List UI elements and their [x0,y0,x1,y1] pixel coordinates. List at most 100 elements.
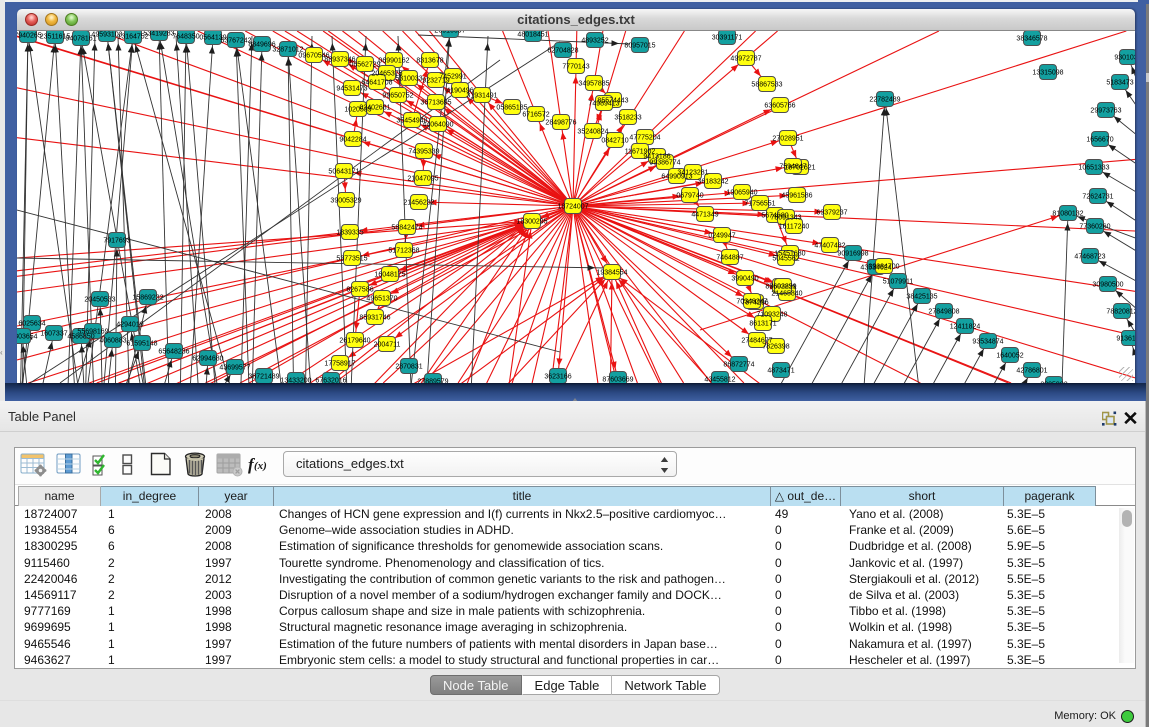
svg-text:8692221: 8692221 [769,284,796,291]
svg-text:(x): (x) [254,460,267,472]
svg-text:6025634: 6025634 [18,321,45,328]
svg-text:55698169: 55698169 [77,329,108,336]
svg-text:53419283: 53419283 [143,31,174,38]
svg-text:1839335: 1839335 [336,230,363,237]
svg-text:72624731: 72624731 [1082,194,1113,201]
svg-text:51712368: 51712368 [388,248,419,255]
svg-text:0842710: 0842710 [601,138,628,145]
svg-text:19065940: 19065940 [726,190,757,197]
svg-text:21456232: 21456232 [403,200,434,207]
svg-text:63605766: 63605766 [764,103,795,110]
svg-text:71093248: 71093248 [756,312,787,319]
svg-text:7464887: 7464887 [716,255,743,262]
svg-text:43699577: 43699577 [219,365,250,372]
svg-text:2805982: 2805982 [1040,382,1067,384]
svg-text:36713695: 36713695 [420,100,451,107]
svg-text:44064090: 44064090 [422,122,453,129]
svg-text:2004711: 2004711 [374,342,401,349]
svg-text:62994680: 62994680 [192,356,223,363]
svg-text:15869232: 15869232 [132,295,163,302]
svg-text:49651370: 49651370 [366,296,397,303]
svg-text:3623166: 3623166 [544,374,571,381]
svg-text:58867533: 58867533 [751,82,782,89]
svg-text:27028951: 27028951 [772,136,803,143]
svg-text:7770143: 7770143 [562,64,589,71]
svg-text:99386774: 99386774 [649,160,680,167]
svg-text:30980500: 30980500 [1092,282,1123,289]
svg-text:1656670: 1656670 [1086,137,1113,144]
svg-text:35240824: 35240824 [577,129,608,136]
svg-text:9301031: 9301031 [1114,55,1135,62]
svg-text:48018451: 48018451 [517,32,548,39]
svg-text:34123281: 34123281 [677,170,708,177]
svg-text:27849808: 27849808 [928,309,959,316]
svg-text:38721489: 38721489 [248,374,279,381]
svg-text:8267586: 8267586 [346,287,373,294]
svg-text:16048175: 16048175 [374,272,405,279]
svg-text:49972787: 49972787 [730,56,761,63]
svg-text:62704828: 62704828 [547,48,578,55]
svg-text:10651333: 10651333 [1078,165,1109,172]
svg-text:93534874: 93534874 [972,339,1003,346]
svg-text:8313678: 8313678 [416,58,443,65]
svg-text:7648350: 7648350 [172,34,199,41]
svg-text:67632016: 67632016 [315,378,346,384]
svg-text:3518233: 3518233 [614,115,641,122]
svg-text:58842474: 58842474 [391,225,422,232]
svg-text:65648236: 65648236 [158,349,189,356]
svg-text:1640052: 1640052 [996,353,1023,360]
svg-text:5310033: 5310033 [395,76,422,83]
svg-text:70348247: 70348247 [736,299,767,306]
svg-text:47407482: 47407482 [814,243,845,250]
svg-text:9136193: 9136193 [1116,336,1135,343]
svg-text:99650752: 99650752 [382,93,413,100]
svg-text:21047095: 21047095 [407,176,438,183]
svg-text:50643171: 50643171 [328,169,359,176]
svg-text:6716572: 6716572 [522,112,549,119]
svg-text:43303654: 43303654 [17,334,38,341]
svg-text:06990162: 06990162 [378,58,409,65]
svg-text:26179640: 26179640 [339,338,370,345]
svg-text:90916998: 90916998 [837,251,868,258]
svg-text:47775204: 47775204 [629,135,660,142]
svg-text:5045562: 5045562 [772,256,799,263]
svg-text:0679740: 0679740 [676,193,703,200]
svg-text:51079911: 51079911 [883,279,914,286]
svg-text:20450533: 20450533 [84,297,115,304]
svg-text:29973763: 29973763 [1090,108,1121,115]
svg-text:12411824: 12411824 [950,324,981,331]
svg-text:45961586: 45961586 [781,193,812,200]
svg-text:06562729: 06562729 [349,62,380,69]
svg-text:3990490: 3990490 [731,276,758,283]
svg-text:18724007: 18724007 [557,204,588,211]
svg-text:69379237: 69379237 [816,210,847,217]
svg-text:53773515: 53773515 [336,256,367,263]
svg-text:53767242: 53767242 [220,38,251,45]
svg-text:8613171: 8613171 [749,321,776,328]
svg-text:16117240: 16117240 [779,224,810,231]
svg-text:22782489: 22782489 [869,97,900,104]
svg-text:81080132: 81080132 [1052,211,1083,218]
svg-text:85931746: 85931746 [359,315,390,322]
svg-text:2870831: 2870831 [395,364,422,371]
svg-text:21465840: 21465840 [771,291,802,298]
svg-text:05865185: 05865185 [496,105,527,112]
svg-text:1607337: 1607337 [40,331,67,338]
svg-text:27889579: 27889579 [417,379,448,384]
svg-text:38425135: 38425135 [906,294,937,301]
svg-text:87603669: 87603669 [602,377,633,384]
svg-text:78091343: 78091343 [770,215,801,222]
svg-text:86872774: 86872774 [723,362,754,369]
svg-text:34957885: 34957885 [578,81,609,88]
svg-text:7452991: 7452991 [439,74,466,81]
svg-text:43455812: 43455812 [704,377,735,384]
svg-text:61595148: 61595148 [126,341,157,348]
svg-text:4893252: 4893252 [581,38,608,45]
svg-text:39084700: 39084700 [868,264,899,271]
svg-text:13315098: 13315098 [1032,70,1063,77]
svg-text:39005329: 39005329 [330,198,361,205]
svg-text:5183473: 5183473 [1106,80,1133,87]
svg-text:9042284: 9042284 [339,137,366,144]
svg-text:30391171: 30391171 [712,35,743,42]
svg-text:28498776: 28498776 [545,120,576,127]
